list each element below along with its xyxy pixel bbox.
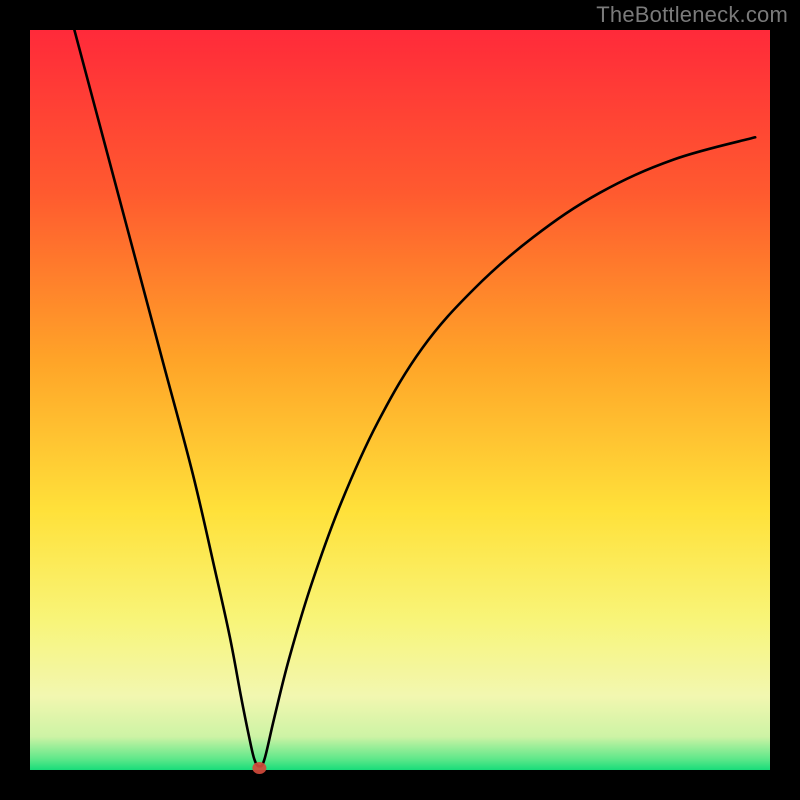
chart-svg	[0, 0, 800, 800]
marker-dot	[252, 762, 266, 774]
chart-plot-bg	[30, 30, 770, 770]
watermark-text: TheBottleneck.com	[596, 2, 788, 28]
chart-frame: TheBottleneck.com	[0, 0, 800, 800]
